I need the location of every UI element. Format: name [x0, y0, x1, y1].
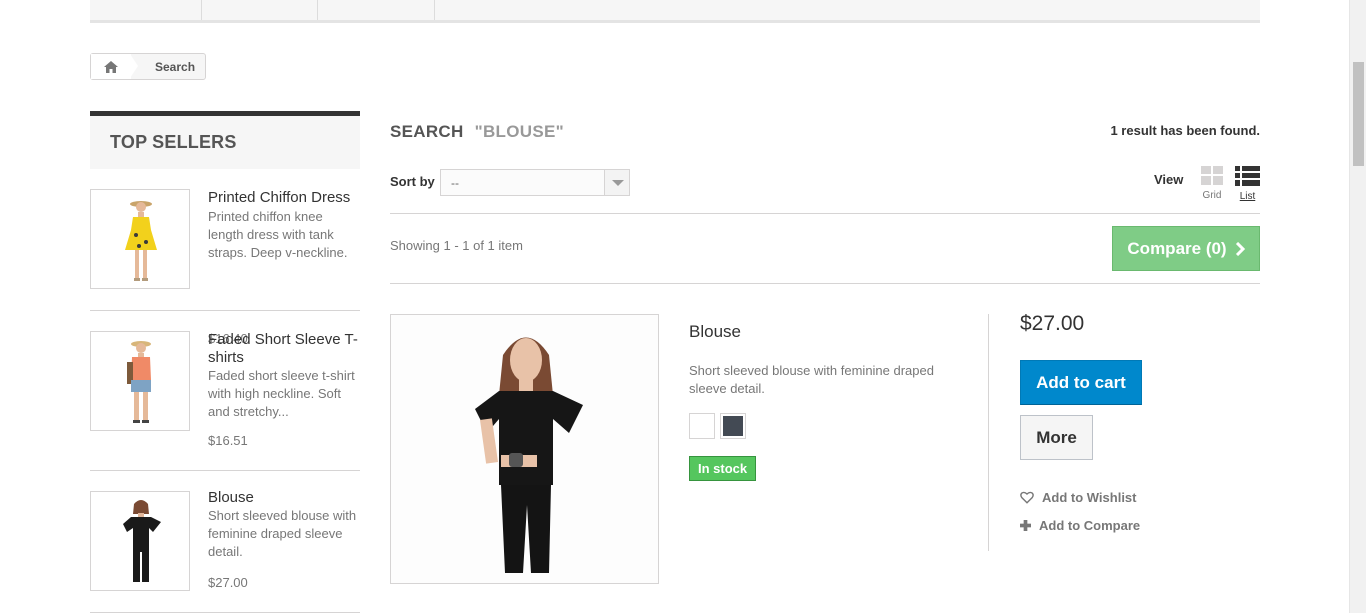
dress-image	[125, 201, 157, 281]
page-title-label: Search	[390, 122, 464, 141]
sort-bar: Sort by -- View Grid List	[390, 166, 1260, 214]
product-name-link[interactable]: Blouse	[689, 322, 741, 342]
compare-button-label: Compare (0)	[1127, 238, 1227, 258]
blouse-photo	[391, 315, 658, 583]
view-label: View	[1154, 172, 1184, 187]
list-icon	[1235, 166, 1260, 186]
product-thumbnail[interactable]	[90, 189, 190, 289]
color-swatches	[689, 413, 746, 439]
breadcrumb-home-link[interactable]	[91, 54, 139, 79]
top-sellers-title[interactable]: Top sellers	[90, 111, 360, 169]
tshirt-image	[127, 341, 151, 423]
product-price: $16.51	[208, 433, 248, 448]
plus-icon	[1020, 520, 1031, 531]
heart-icon	[1020, 491, 1034, 504]
product-thumbnail[interactable]	[90, 331, 190, 431]
product-description: Short sleeved blouse with feminine drape…	[208, 508, 357, 559]
sort-select-value: --	[451, 176, 459, 190]
chevron-down-icon	[604, 170, 629, 195]
product-name-link[interactable]: Blouse	[208, 489, 360, 507]
grid-icon	[1201, 166, 1223, 185]
product-list-item: Blouse Short sleeved blouse with feminin…	[390, 312, 1260, 584]
nav-separator	[434, 0, 435, 20]
sort-select[interactable]: --	[440, 169, 630, 196]
top-sellers-block: Top sellers Printed Chiffon Dress Printe…	[90, 111, 360, 613]
divider	[988, 314, 989, 551]
blouse-image	[123, 500, 161, 582]
nav-separator	[201, 0, 202, 20]
view-grid-label: Grid	[1202, 190, 1222, 201]
list-item: Printed Chiffon Dress Printed chiffon kn…	[90, 169, 360, 346]
more-button[interactable]: More	[1020, 415, 1093, 460]
sort-label: Sort by	[390, 174, 435, 189]
page-scrollbar[interactable]	[1349, 0, 1366, 613]
product-price: $27.00	[1020, 312, 1085, 335]
stock-badge: In stock	[689, 456, 757, 481]
add-to-compare-link[interactable]: Add to Compare	[1020, 518, 1140, 533]
product-name-link[interactable]: Printed Chiffon Dress	[208, 189, 360, 207]
product-price: $27.00	[208, 575, 248, 590]
product-description: Short sleeved blouse with feminine drape…	[689, 363, 934, 396]
chevron-right-icon	[1235, 241, 1245, 256]
product-description: Faded short sleeve t-shirt with high nec…	[208, 368, 355, 419]
results-bar: Showing 1 - 1 of 1 item Compare (0)	[390, 214, 1260, 284]
scrollbar-thumb[interactable]	[1353, 62, 1364, 166]
nav-separator	[317, 0, 318, 20]
list-item: Blouse Short sleeved blouse with feminin…	[90, 471, 360, 613]
view-list-label: List	[1239, 191, 1256, 202]
product-name-link[interactable]: Faded Short Sleeve T-shirts	[208, 331, 360, 367]
product-thumbnail[interactable]	[90, 491, 190, 591]
breadcrumb-current: Search	[155, 59, 196, 74]
list-item: Faded Short Sleeve T-shirts Faded short …	[90, 311, 360, 471]
compare-button[interactable]: Compare (0)	[1112, 226, 1260, 271]
add-to-cart-button[interactable]: Add to cart	[1020, 360, 1142, 405]
color-swatch-dark[interactable]	[720, 413, 746, 439]
breadcrumb: Search	[90, 53, 206, 80]
page-title: Search "BLOUSE"	[390, 122, 564, 142]
product-description: Printed chiffon knee length dress with t…	[208, 209, 348, 260]
product-image[interactable]	[390, 314, 659, 584]
result-count: 1 result has been found.	[1110, 123, 1260, 138]
color-swatch-white[interactable]	[689, 413, 715, 439]
home-icon	[104, 60, 118, 73]
view-grid-button[interactable]: Grid	[1201, 166, 1223, 201]
view-list-button[interactable]: List	[1235, 166, 1260, 202]
showing-count: Showing 1 - 1 of 1 item	[390, 238, 523, 253]
add-to-compare-label: Add to Compare	[1039, 518, 1141, 533]
top-nav-bar	[90, 0, 1260, 23]
search-query: "BLOUSE"	[474, 122, 564, 141]
add-to-wishlist-label: Add to Wishlist	[1042, 490, 1137, 505]
add-to-wishlist-link[interactable]: Add to Wishlist	[1020, 490, 1137, 505]
